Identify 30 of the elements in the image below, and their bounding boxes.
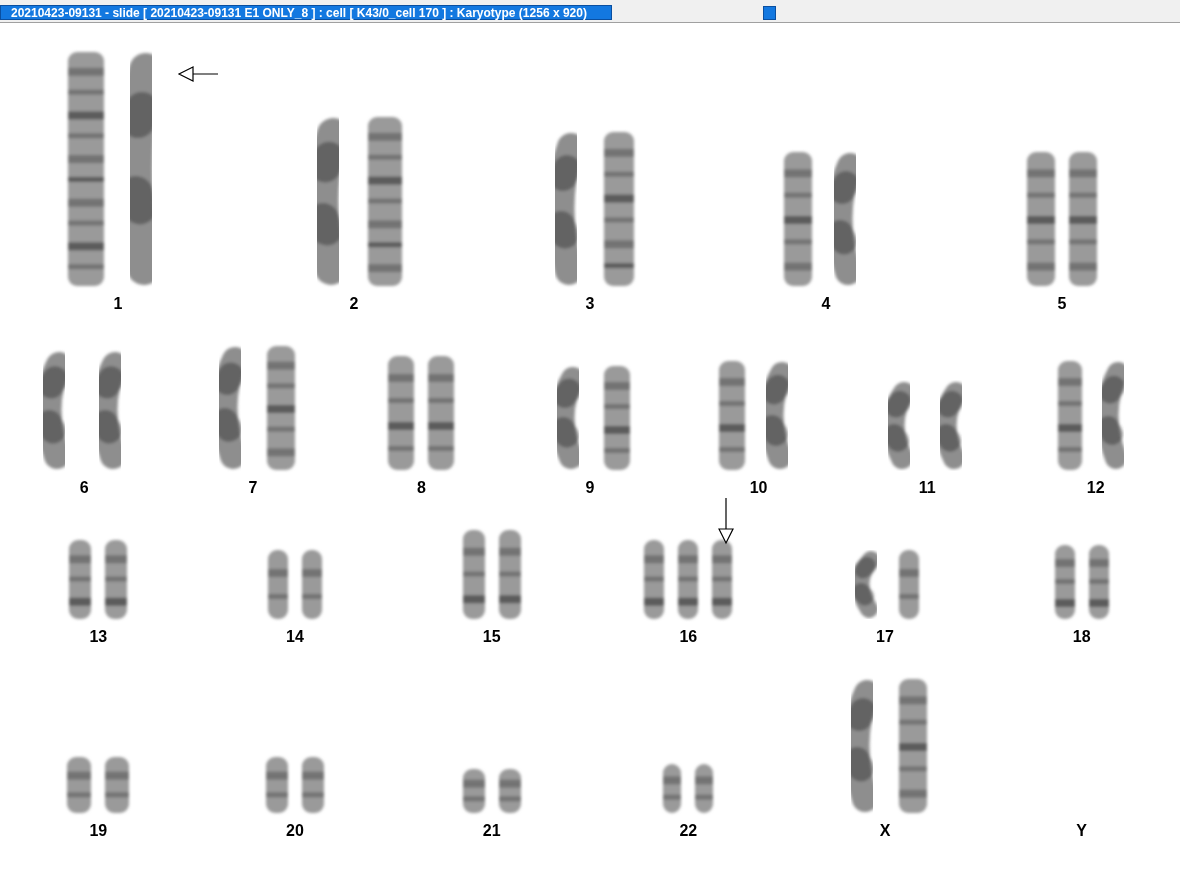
chromosome-drawing — [299, 754, 327, 816]
chromosome-label: X — [879, 822, 891, 840]
chromosome-label: 3 — [585, 295, 595, 313]
chromosome-drawing — [263, 754, 291, 816]
chromosome-label: 6 — [79, 479, 89, 497]
chromosome-label: 10 — [749, 479, 768, 497]
chromosome-label: 20 — [286, 822, 304, 840]
chromosome-label: 9 — [585, 479, 595, 497]
chromosome-label: 22 — [679, 822, 698, 840]
window-title: 20210423-09131 - slide [ 20210423-09131 E1 ONLY_8 ] : cell [ K43/0_cell 170 ] : Karyotype (1256 x 920) — [0, 5, 612, 20]
chromosome-label: 19 — [89, 822, 108, 840]
chromosome-label: 14 — [286, 628, 304, 646]
chromosome-label: Y — [1076, 822, 1087, 840]
chromosome-label: 18 — [1072, 628, 1091, 646]
chromosome-label: 7 — [248, 479, 258, 497]
chromosome-label: 8 — [416, 479, 426, 497]
scroll-handle[interactable] — [763, 6, 776, 20]
chromosome-label: 21 — [482, 822, 501, 840]
chromosome-label: 16 — [679, 628, 698, 646]
chromosome-label: 13 — [89, 628, 108, 646]
chromosome-label: 15 — [482, 628, 501, 646]
chromosome-label: 4 — [821, 295, 831, 313]
chromosome-label: 1 — [113, 295, 123, 313]
arrow-icon — [717, 497, 736, 545]
chromosome-label: 12 — [1086, 479, 1105, 497]
chromosome-label: 17 — [876, 628, 894, 646]
arrow-icon — [177, 65, 219, 83]
chromosome-label: 5 — [1057, 295, 1067, 313]
chromosome-label: 11 — [918, 479, 936, 497]
chromosome-label: 2 — [349, 295, 359, 313]
